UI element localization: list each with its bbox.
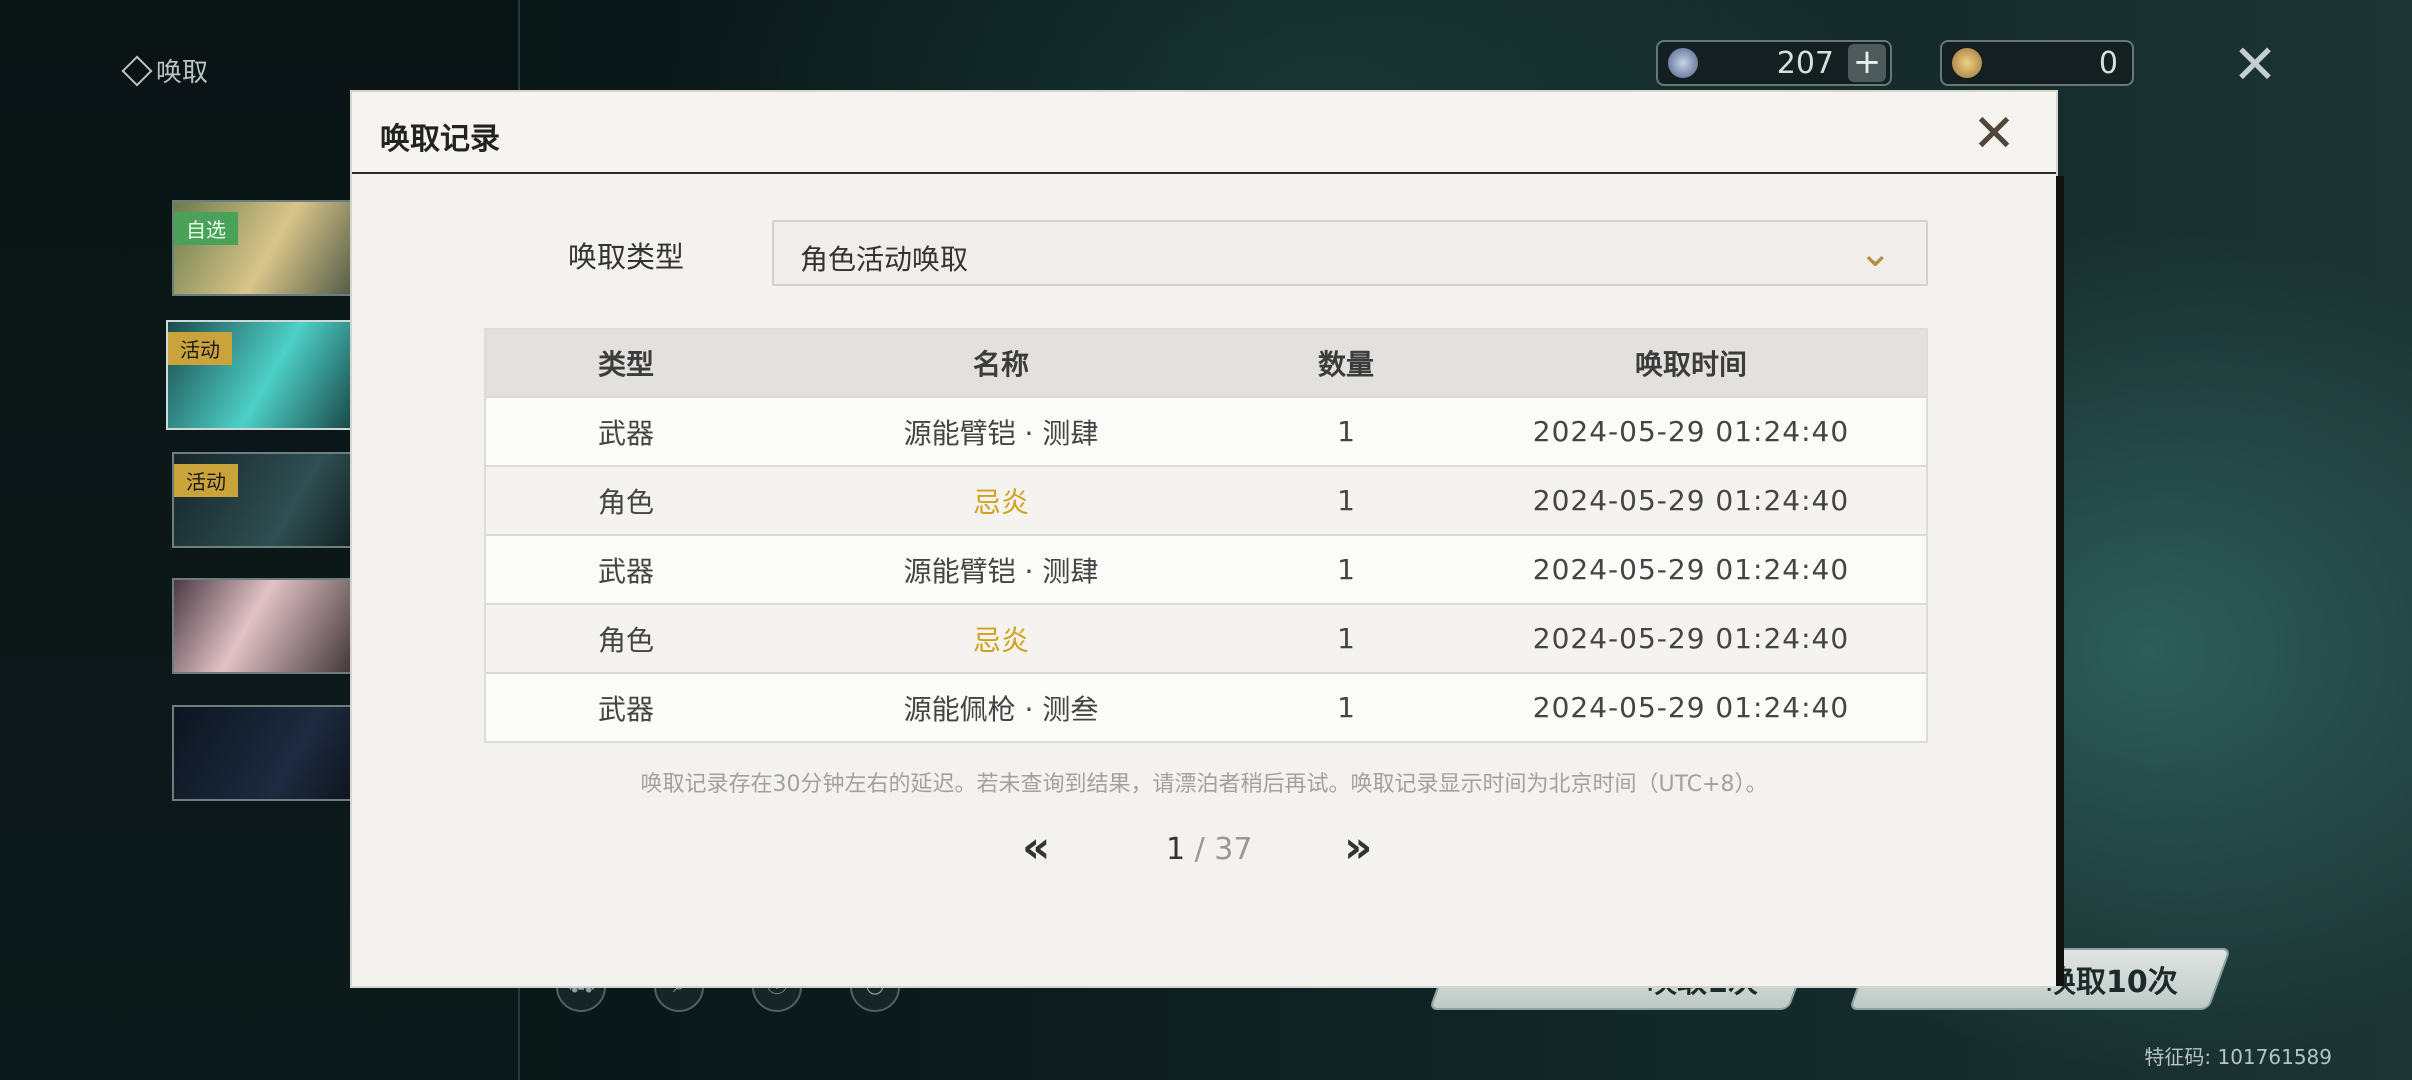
close-icon[interactable]: ✕ [2228, 38, 2282, 92]
cell-type: 武器 [597, 416, 654, 450]
current-page: 1 [1166, 832, 1186, 867]
cell-count: 1 [1337, 415, 1355, 448]
cell-name: 忌炎 [972, 623, 1029, 657]
convene-type-label: 唤取类型 [568, 240, 685, 274]
modal-edge [2056, 176, 2064, 986]
cell-name: 忌炎 [972, 485, 1029, 519]
modal-close-button[interactable]: ✕ [1968, 108, 2020, 160]
cell-type: 角色 [597, 623, 654, 657]
cell-time: 2024-05-29 01:24:40 [1532, 484, 1850, 517]
modal-title: 唤取记录 [380, 122, 500, 157]
lunite-counter: 207 + [1656, 40, 1892, 86]
modal-header: 唤取记录 ✕ [352, 92, 2056, 174]
cell-time: 2024-05-29 01:24:40 [1532, 691, 1850, 724]
cell-type: 武器 [597, 554, 654, 588]
banner-tag: 活动 [168, 332, 232, 365]
cell-time: 2024-05-29 01:24:40 [1532, 622, 1850, 655]
pagination: « 1 / 37 » [352, 822, 2056, 882]
nav-title: 唤取 [121, 52, 209, 89]
column-header-name: 名称 [972, 348, 1029, 381]
cell-count: 1 [1337, 691, 1355, 724]
cell-name: 源能臂铠 · 测肆 [903, 416, 1099, 450]
banner-tag: 活动 [174, 464, 238, 497]
total-pages: 37 [1214, 832, 1253, 867]
cell-count: 1 [1337, 484, 1355, 517]
table-row: 角色 忌炎 1 2024-05-29 01:24:40 [486, 603, 1926, 672]
table-header: 类型 名称 数量 唤取时间 [486, 330, 1926, 396]
cell-type: 角色 [597, 485, 654, 519]
convene-type-value: 角色活动唤取 [800, 243, 969, 276]
cell-time: 2024-05-29 01:24:40 [1532, 553, 1850, 586]
banner-item-1[interactable]: 自选 [172, 200, 372, 296]
convene-icon [121, 54, 153, 87]
banner-item-3[interactable]: 活动 [172, 452, 372, 548]
nav-title-label: 唤取 [156, 58, 209, 88]
cell-time: 2024-05-29 01:24:40 [1532, 415, 1850, 448]
history-table: 类型 名称 数量 唤取时间 武器 源能臂铠 · 测肆 1 2024-05-29 … [484, 328, 1928, 743]
coin-value: 0 [2098, 45, 2118, 81]
convene-history-modal: 唤取记录 ✕ 唤取类型 角色活动唤取 ⌄ 类型 名称 数量 唤取时间 武器 源能… [352, 92, 2064, 986]
next-page-button[interactable]: » [1344, 822, 1372, 873]
cell-type: 武器 [597, 692, 654, 726]
table-row: 角色 忌炎 1 2024-05-29 01:24:40 [486, 465, 1926, 534]
banner-tag: 自选 [174, 212, 238, 245]
prev-page-button[interactable]: « [1022, 822, 1050, 873]
banner-item-5[interactable] [172, 705, 372, 801]
column-header-count: 数量 [1317, 348, 1374, 381]
add-lunite-button[interactable]: + [1848, 44, 1886, 82]
cell-name: 源能佩枪 · 测叁 [903, 692, 1099, 726]
convene-type-select[interactable]: 角色活动唤取 ⌄ [772, 220, 1928, 286]
chevron-down-icon: ⌄ [1858, 230, 1892, 276]
table-row: 武器 源能臂铠 · 测肆 1 2024-05-29 01:24:40 [486, 396, 1926, 465]
table-row: 武器 源能臂铠 · 测肆 1 2024-05-29 01:24:40 [486, 534, 1926, 603]
banner-item-4[interactable] [172, 578, 372, 674]
cell-count: 1 [1337, 622, 1355, 655]
feature-code: 特征码: 101761589 [2144, 1045, 2332, 1069]
table-row: 武器 源能佩枪 · 测叁 1 2024-05-29 01:24:40 [486, 672, 1926, 741]
pull-ten-label: 唤取10次 [2046, 965, 2178, 1000]
coin-counter: 0 [1940, 40, 2134, 86]
coin-icon [1952, 48, 1982, 78]
banner-item-2[interactable]: 活动 [166, 320, 376, 430]
column-header-time: 唤取时间 [1634, 348, 1747, 381]
lunite-icon [1668, 48, 1698, 78]
page-separator: / [1185, 832, 1215, 867]
cell-count: 1 [1337, 553, 1355, 586]
cell-name: 源能臂铠 · 测肆 [903, 554, 1099, 588]
page-indicator: 1 / 37 [1166, 832, 1252, 867]
lunite-value: 207 [1776, 45, 1834, 81]
column-header-type: 类型 [597, 348, 654, 381]
delay-note: 唤取记录存在30分钟左右的延迟。若未查询到结果，请漂泊者稍后再试。唤取记录显示时… [640, 772, 1768, 797]
